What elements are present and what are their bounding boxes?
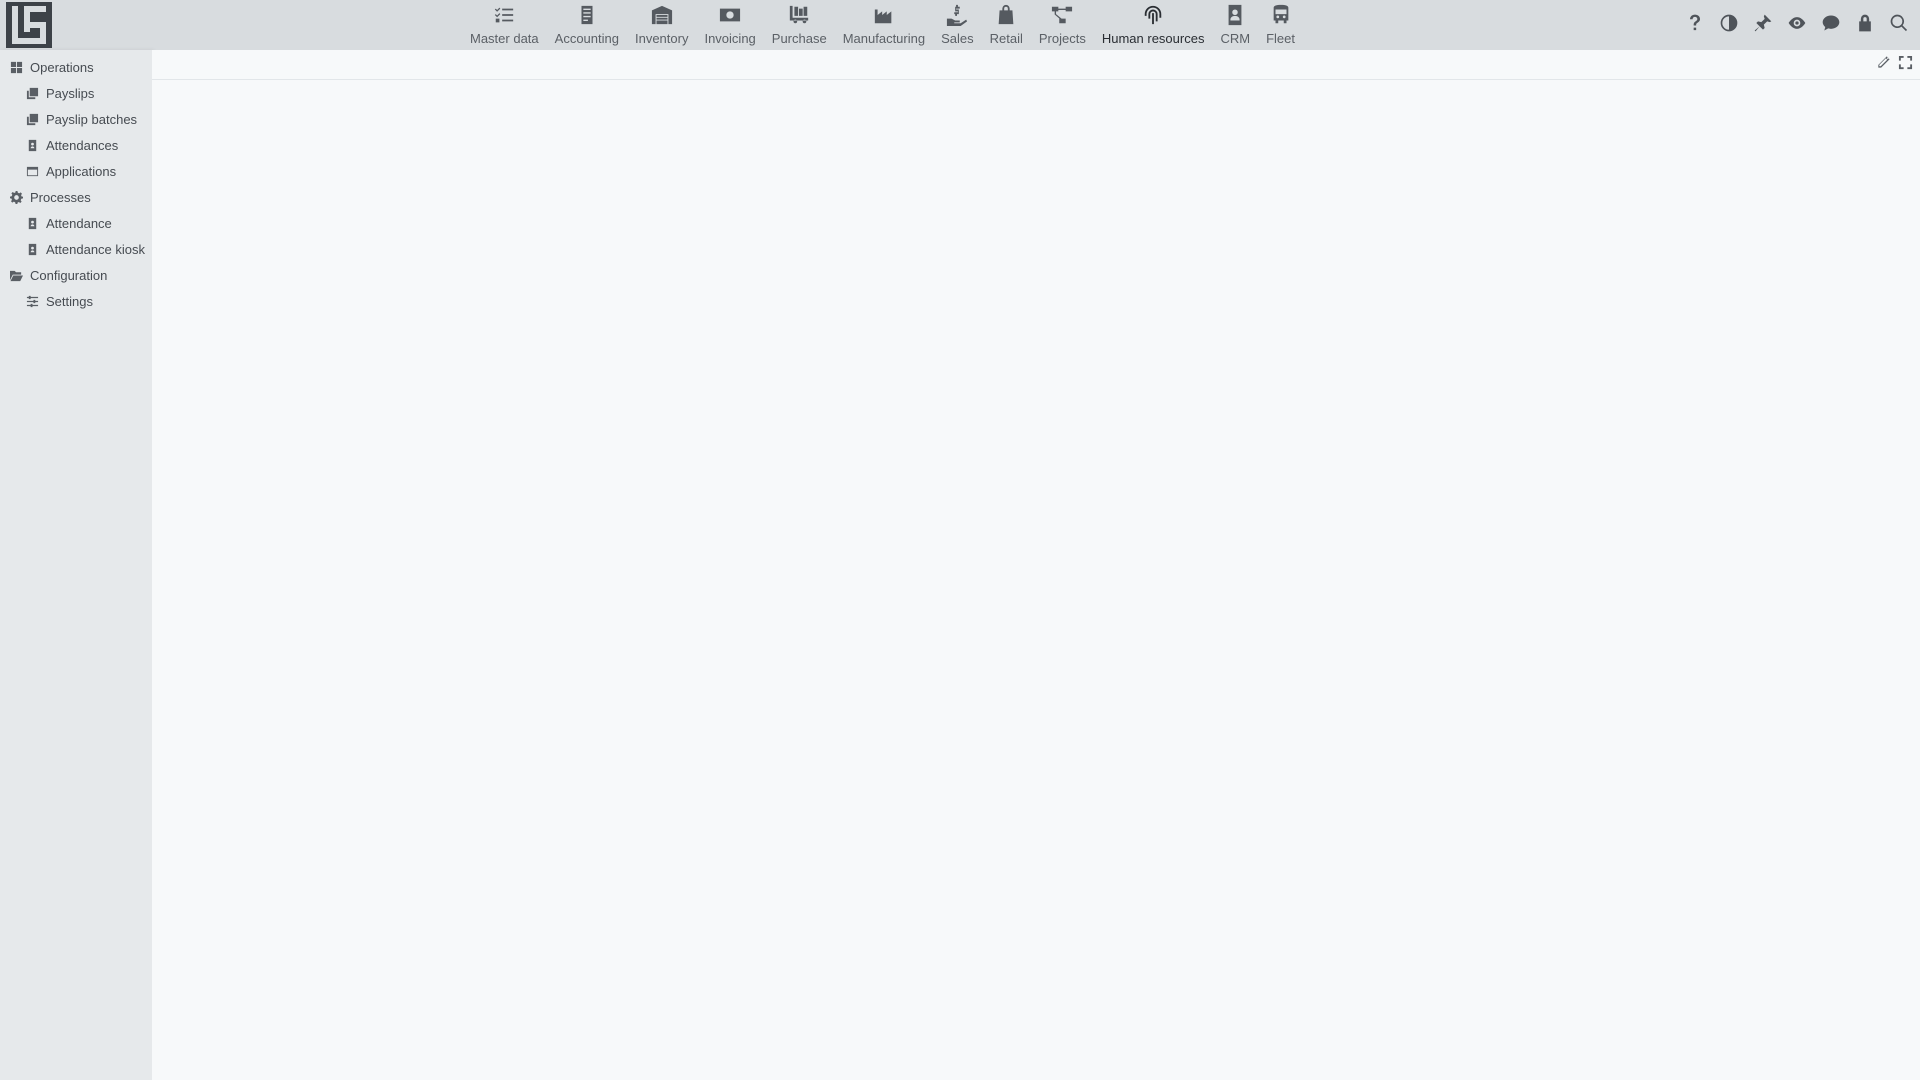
checklist-icon	[492, 3, 516, 27]
sidebar-item-applications[interactable]: Applications	[0, 158, 152, 184]
project-diagram-icon	[1050, 3, 1074, 27]
search-button[interactable]	[1882, 8, 1916, 42]
nav-label: Fleet	[1266, 31, 1295, 46]
nav-label: Master data	[470, 31, 539, 46]
sidebar-group-label: Configuration	[30, 267, 108, 283]
sidebar-group-processes[interactable]: Processes	[0, 184, 152, 210]
sidebar-item-settings[interactable]: Settings	[0, 288, 152, 314]
search-icon	[1889, 13, 1909, 38]
address-book-icon	[1223, 3, 1247, 27]
copy-icon	[25, 86, 39, 100]
nav-crm[interactable]: CRM	[1212, 0, 1258, 50]
sidebar-item-attendances[interactable]: Attendances	[0, 132, 152, 158]
banknote-icon	[718, 3, 742, 27]
sidebar-item-label: Attendance	[46, 215, 112, 231]
sidebar-item-label: Payslips	[46, 85, 95, 101]
eye-icon	[1787, 13, 1807, 38]
window-icon	[25, 164, 39, 178]
sidebar-item-label: Applications	[46, 163, 117, 179]
nav-fleet[interactable]: Fleet	[1258, 0, 1303, 50]
sidebar: Operations Payslips Payslip batches Atte…	[0, 50, 152, 1080]
watch-button[interactable]	[1780, 8, 1814, 42]
lock-button[interactable]	[1848, 8, 1882, 42]
ledger-icon	[575, 3, 599, 27]
nav-human-resources[interactable]: Human resources	[1094, 0, 1213, 50]
copy-icon	[25, 112, 39, 126]
nav-label: CRM	[1220, 31, 1251, 46]
chat-button[interactable]	[1814, 8, 1848, 42]
nav-master-data[interactable]: Master data	[462, 0, 547, 50]
id-badge-icon	[25, 242, 39, 256]
expand-icon	[1898, 55, 1913, 75]
contrast-icon	[1719, 13, 1739, 38]
sidebar-item-label: Attendances	[46, 137, 119, 153]
nav-manufacturing[interactable]: Manufacturing	[835, 0, 933, 50]
help-icon	[1685, 13, 1705, 38]
nav-label: Projects	[1038, 31, 1086, 46]
sidebar-item-label: Attendance kiosk	[46, 241, 146, 257]
sidebar-item-payslips[interactable]: Payslips	[0, 80, 152, 106]
help-button[interactable]	[1678, 8, 1712, 42]
id-badge-icon	[25, 138, 39, 152]
fullscreen-button[interactable]	[1894, 55, 1916, 75]
app-logo[interactable]	[6, 2, 52, 48]
content-toolbar	[152, 50, 1920, 80]
cog-icon	[9, 190, 23, 204]
shopping-bag-icon	[994, 3, 1018, 27]
nav-label: Accounting	[554, 31, 619, 46]
nav-label: Human resources	[1101, 31, 1205, 46]
nav-label: Retail	[989, 31, 1023, 46]
nav-invoicing[interactable]: Invoicing	[696, 0, 763, 50]
nav-label: Sales	[941, 31, 974, 46]
factory-icon	[872, 3, 896, 27]
sidebar-group-label: Processes	[30, 189, 91, 205]
nav-sales[interactable]: Sales	[933, 0, 982, 50]
nav-label: Inventory	[634, 31, 689, 46]
nav-inventory[interactable]: Inventory	[627, 0, 696, 50]
main-nav: Master data Accounting Inventory Invoici…	[462, 0, 1303, 50]
main-content	[152, 50, 1920, 1080]
sidebar-group-operations[interactable]: Operations	[0, 54, 152, 80]
nav-retail[interactable]: Retail	[982, 0, 1031, 50]
sidebar-item-payslip-batches[interactable]: Payslip batches	[0, 106, 152, 132]
nav-accounting[interactable]: Accounting	[547, 0, 627, 50]
id-badge-icon	[25, 216, 39, 230]
pin-icon	[1753, 13, 1773, 38]
hand-dollar-icon	[945, 3, 969, 27]
sidebar-group-configuration[interactable]: Configuration	[0, 262, 152, 288]
sidebar-group-label: Operations	[30, 59, 94, 75]
windows-icon	[9, 60, 23, 74]
cart-icon	[787, 3, 811, 27]
bus-icon	[1269, 3, 1293, 27]
pencil-icon	[1876, 55, 1891, 75]
chat-icon	[1821, 13, 1841, 38]
pin-button[interactable]	[1746, 8, 1780, 42]
top-bar: Master data Accounting Inventory Invoici…	[0, 0, 1920, 50]
nav-projects[interactable]: Projects	[1031, 0, 1094, 50]
nav-label: Invoicing	[704, 31, 756, 46]
nav-label: Manufacturing	[842, 31, 926, 46]
sidebar-item-label: Settings	[46, 293, 93, 309]
warehouse-icon	[650, 3, 674, 27]
lock-icon	[1855, 13, 1875, 38]
nav-label: Purchase	[771, 31, 827, 46]
edit-button[interactable]	[1872, 55, 1894, 75]
content-toolbar-buttons	[1872, 55, 1916, 75]
folder-open-icon	[9, 268, 23, 282]
sliders-icon	[25, 294, 39, 308]
sidebar-item-attendance-kiosk[interactable]: Attendance kiosk	[0, 236, 152, 262]
sidebar-item-label: Payslip batches	[46, 111, 138, 127]
sidebar-item-attendance[interactable]: Attendance	[0, 210, 152, 236]
fingerprint-icon	[1141, 3, 1165, 27]
nav-purchase[interactable]: Purchase	[764, 0, 835, 50]
toolbar-right	[1678, 0, 1916, 50]
theme-toggle-button[interactable]	[1712, 8, 1746, 42]
